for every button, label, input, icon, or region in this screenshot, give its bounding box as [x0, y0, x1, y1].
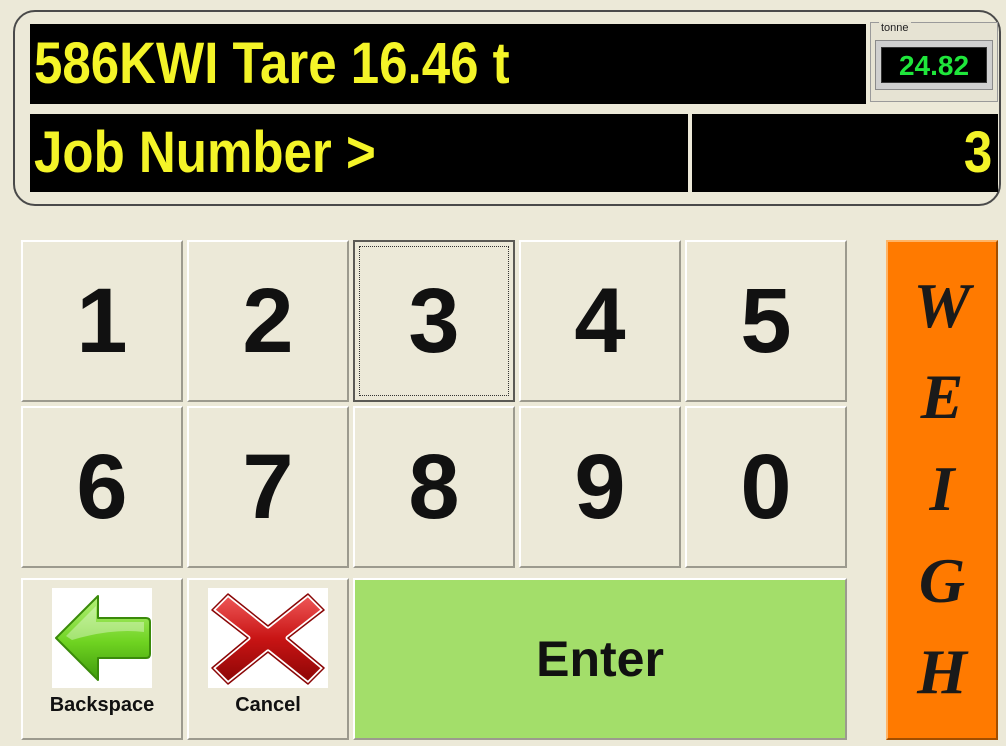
key-label: 9	[574, 436, 626, 538]
key-label: 8	[408, 436, 460, 538]
scale-reading-value: 24.82	[881, 47, 987, 83]
key-6[interactable]: 6	[21, 406, 183, 568]
cancel-label: Cancel	[235, 694, 301, 716]
weigh-letter: E	[920, 361, 964, 433]
weigh-letter: I	[929, 452, 955, 524]
key-8[interactable]: 8	[353, 406, 515, 568]
cancel-button[interactable]: Cancel	[187, 578, 349, 740]
scale-unit-label: tonne	[879, 22, 911, 34]
prompt-label: Job Number >	[34, 120, 376, 185]
weigh-button[interactable]: W E I G H	[886, 240, 998, 740]
scale-reading-group: tonne 24.82	[870, 22, 998, 102]
prompt-value: 3	[963, 120, 992, 185]
vehicle-display: 586KWI Tare 16.46 t	[30, 24, 866, 104]
prompt-label-display: Job Number >	[30, 114, 688, 192]
weigh-letter: G	[918, 544, 966, 616]
key-label: 2	[242, 270, 294, 372]
key-0[interactable]: 0	[685, 406, 847, 568]
key-4[interactable]: 4	[519, 240, 681, 402]
weigh-letter: W	[913, 269, 971, 341]
weigh-letter: H	[917, 636, 967, 708]
prompt-value-display: 3	[692, 114, 998, 192]
key-3[interactable]: 3	[353, 240, 515, 402]
key-label: 5	[740, 270, 792, 372]
key-5[interactable]: 5	[685, 240, 847, 402]
key-label: 0	[740, 436, 792, 538]
enter-button[interactable]: Enter	[353, 578, 847, 740]
enter-label: Enter	[536, 631, 664, 687]
key-9[interactable]: 9	[519, 406, 681, 568]
key-label: 7	[242, 436, 294, 538]
backspace-button[interactable]: Backspace	[21, 578, 183, 740]
key-7[interactable]: 7	[187, 406, 349, 568]
scale-reading-box: 24.82	[875, 40, 993, 90]
key-1[interactable]: 1	[21, 240, 183, 402]
key-label: 6	[76, 436, 128, 538]
key-label: 3	[408, 270, 460, 372]
backspace-label: Backspace	[49, 694, 155, 716]
arrow-left-icon	[52, 588, 152, 688]
key-label: 1	[76, 270, 128, 372]
close-icon	[208, 588, 328, 688]
key-label: 4	[574, 270, 626, 372]
key-2[interactable]: 2	[187, 240, 349, 402]
vehicle-tare-text: 586KWI Tare 16.46 t	[34, 31, 510, 96]
